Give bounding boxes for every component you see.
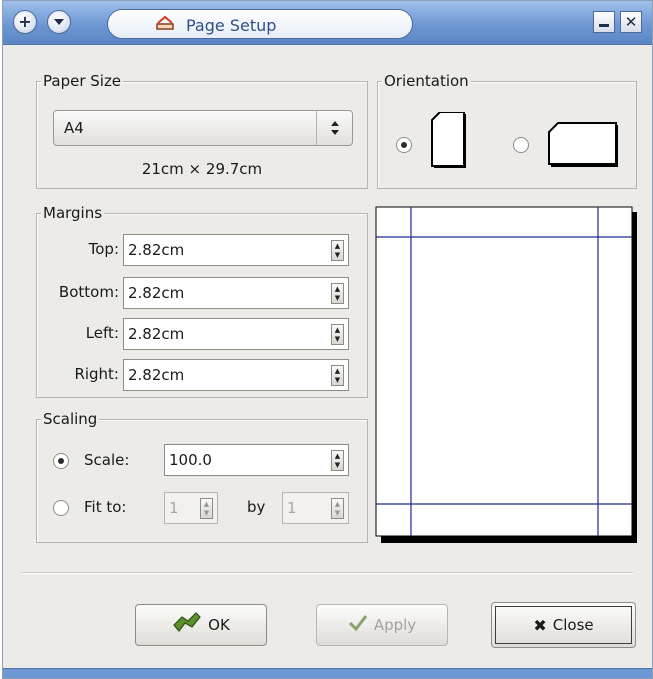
scale-value: 100.0 [169,451,212,469]
apply-label: Apply [373,616,417,634]
fit-to-radio[interactable] [53,500,69,516]
page-preview [375,206,639,550]
margin-left-label: Left: [85,324,119,342]
spin-arrows-icon[interactable]: ▲ ▼ [200,498,213,519]
margin-bottom-label: Bottom: [58,283,119,301]
minimize-icon[interactable] [593,11,615,33]
margin-left-value: 2.82cm [128,325,185,343]
spin-arrows-icon[interactable]: ▲ ▼ [331,283,344,304]
updown-arrows-icon [316,111,352,145]
menu-down-icon[interactable] [47,10,71,34]
scale-radio[interactable] [53,453,69,469]
margin-top-spin[interactable]: 2.82cm ▲ ▼ [123,234,349,266]
paper-dimensions: 21cm × 29.7cm [141,160,263,178]
margin-right-label: Right: [74,365,119,383]
scaling-label: Scaling [41,409,100,429]
title-bar: + Page Setup ✕ [3,1,652,45]
close-x-icon: ✖ [533,615,547,635]
close-icon[interactable]: ✕ [620,11,642,33]
orientation-frame: Orientation [377,71,637,189]
spin-arrows-icon[interactable]: ▲ ▼ [331,450,344,471]
fit-to-label: Fit to: [84,498,127,516]
paper-size-combo[interactable]: A4 [53,110,353,146]
landscape-radio[interactable] [513,137,529,153]
scaling-frame: Scaling Scale: 100.0 ▲ ▼ Fit to: 1 ▲ ▼ by … [36,409,368,543]
margin-right-spin[interactable]: 2.82cm ▲ ▼ [123,359,349,391]
portrait-radio[interactable] [396,137,412,153]
ok-icon [172,611,202,639]
margin-bottom-value: 2.82cm [128,284,185,302]
paper-size-label: Paper Size [41,71,124,91]
plus-icon[interactable]: + [13,10,37,34]
ok-label: OK [208,616,230,634]
paper-size-value: A4 [64,119,84,137]
margin-right-value: 2.82cm [128,366,185,384]
margins-frame: Margins Top: 2.82cm ▲ ▼ Bottom: 2.82cm ▲ ▼… [36,203,368,398]
scale-spin[interactable]: 100.0 ▲ ▼ [164,444,349,476]
paper-size-frame: Paper Size A4 21cm × 29.7cm [36,71,368,189]
close-button[interactable]: ✖ Close [491,602,636,648]
margin-top-label: Top: [88,240,119,258]
spin-arrows-icon[interactable]: ▲ ▼ [331,324,344,345]
window-title: Page Setup [186,15,277,35]
page-setup-icon [154,14,176,36]
margin-top-value: 2.82cm [128,241,185,259]
portrait-page-icon[interactable] [430,111,470,178]
scale-label: Scale: [84,451,130,469]
spin-arrows-icon[interactable]: ▲ ▼ [331,365,344,386]
fit-width-spin[interactable]: 1 ▲ ▼ [164,492,218,524]
fit-width-value: 1 [169,499,179,517]
by-label: by [247,498,266,516]
apply-button[interactable]: Apply [316,604,448,646]
apply-check-icon [348,614,368,636]
window-bottom-border [3,668,652,678]
orientation-label: Orientation [382,71,471,91]
page-setup-dialog: + Page Setup ✕ Paper Size A4 21cm × 29.7… [2,0,653,679]
ok-button[interactable]: OK [135,604,267,646]
spin-arrows-icon[interactable]: ▲ ▼ [331,498,344,519]
title-pill: Page Setup [107,9,413,39]
close-label: Close [552,616,594,634]
landscape-page-icon[interactable] [548,122,620,172]
fit-height-spin[interactable]: 1 ▲ ▼ [282,492,349,524]
spin-arrows-icon[interactable]: ▲ ▼ [331,240,344,261]
margin-bottom-spin[interactable]: 2.82cm ▲ ▼ [123,277,349,309]
margins-label: Margins [41,203,105,223]
separator [21,572,633,574]
fit-height-value: 1 [287,499,297,517]
margin-left-spin[interactable]: 2.82cm ▲ ▼ [123,318,349,350]
